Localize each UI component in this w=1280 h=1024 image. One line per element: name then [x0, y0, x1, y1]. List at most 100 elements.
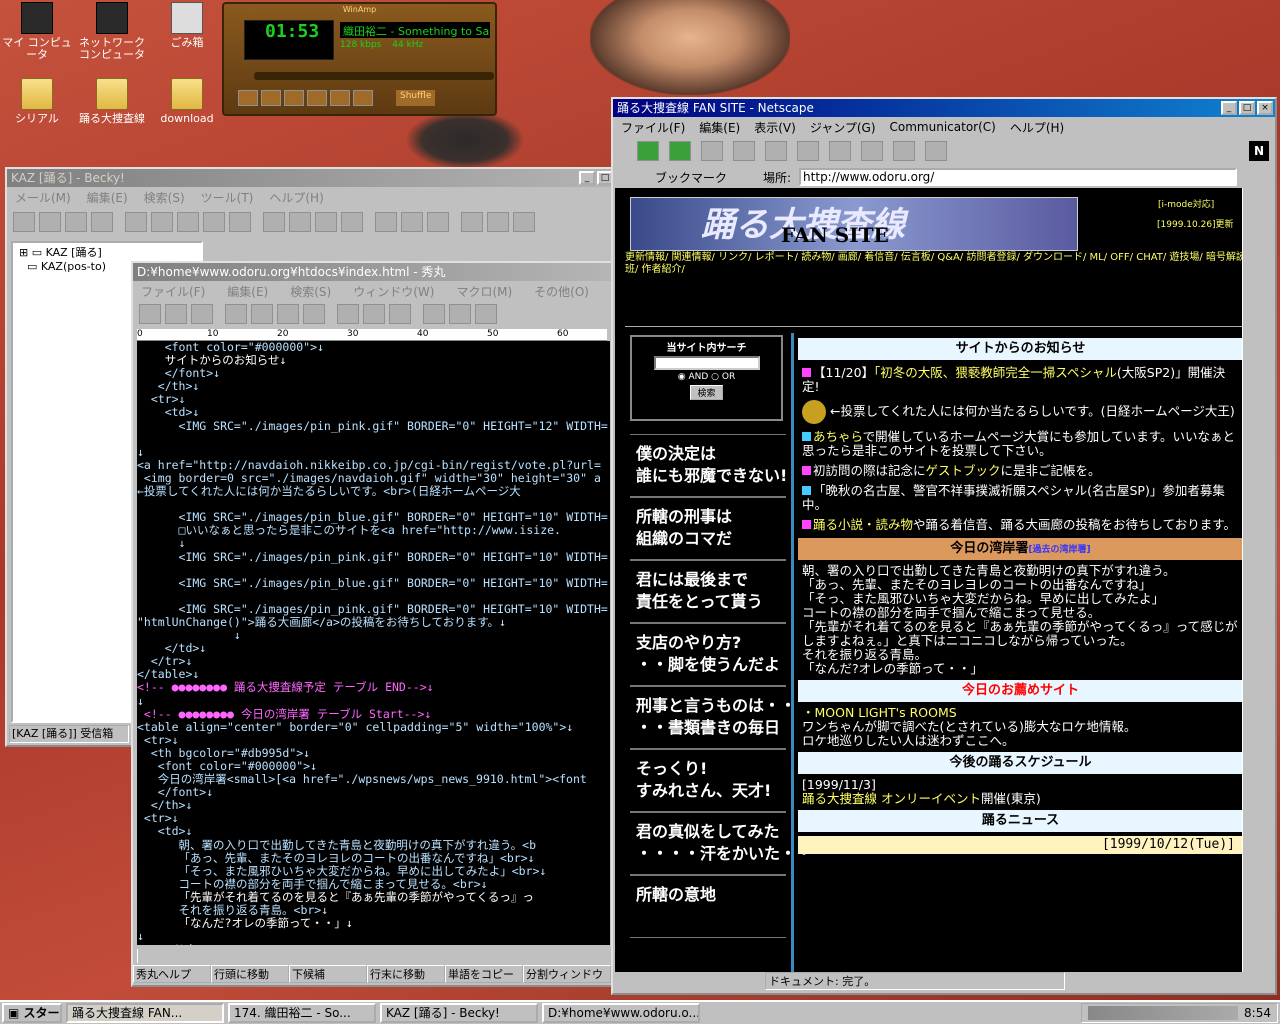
taskbar-button-hidemaru[interactable]: D:¥home¥www.odoru.o... [542, 1003, 700, 1023]
banner-item[interactable]: 君には最後まで 責任をとって貰う [630, 560, 786, 623]
banner-item[interactable]: 君の真似をしてみた ・・・・汗をかいた・・ [630, 812, 812, 875]
delete-icon[interactable] [229, 212, 251, 232]
monitor-icon[interactable] [91, 212, 113, 232]
menu-item[interactable]: ヘルプ(H) [269, 189, 323, 206]
play-button[interactable] [261, 90, 281, 106]
reload-icon[interactable] [701, 141, 723, 161]
banner-item[interactable]: 所轄の刑事は 組織のコマだ [630, 497, 786, 560]
netscape-guide-icon[interactable] [797, 141, 819, 161]
note-icon[interactable] [401, 212, 423, 232]
winamp-seekbar[interactable] [254, 72, 494, 80]
search-button[interactable]: 検索 [690, 385, 723, 400]
minimize-button[interactable]: _ [1221, 101, 1237, 115]
send-icon[interactable] [39, 212, 61, 232]
print-icon[interactable] [263, 212, 285, 232]
desktop-icon-trash[interactable]: ごみ箱 [150, 2, 224, 49]
receive-icon[interactable] [13, 212, 35, 232]
check-icon[interactable] [65, 212, 87, 232]
security-icon[interactable] [861, 141, 883, 161]
fkey-button[interactable]: 下候補 [289, 965, 367, 983]
hidemaru-titlebar[interactable]: D:¥home¥www.odoru.org¥htdocs¥index.html … [133, 263, 611, 281]
menu-item[interactable]: ウィンドウ(W) [353, 283, 434, 300]
reco-link[interactable]: ・MOON LIGHT's ROOMS [798, 706, 1243, 720]
banner-item[interactable]: 所轄の意地 [630, 875, 786, 938]
key-icon[interactable] [375, 212, 397, 232]
shuffle-button[interactable]: Shuffle [396, 90, 436, 106]
nav-links[interactable]: 更新情報/ 関連情報/ リンク/ レポート/ 読み物/ 画廊/ 着信音/ 伝言板… [625, 252, 1247, 276]
menu-item[interactable]: Communicator(C) [890, 120, 996, 134]
forward-icon[interactable] [669, 141, 691, 161]
winamp-window[interactable]: WinAmp 01:53 織田裕二 - Something to Say 128… [222, 2, 497, 116]
search-up-icon[interactable] [389, 304, 411, 324]
maximize-button[interactable]: □ [1239, 101, 1255, 115]
menu-item[interactable]: 検索(S) [144, 189, 185, 206]
reply-all-icon[interactable] [177, 212, 199, 232]
menu-item[interactable]: ファイル(F) [141, 283, 205, 300]
netscape-vscrollbar[interactable] [1242, 188, 1258, 972]
netscape-titlebar[interactable]: 踊る大捜査線 FAN SITE - Netscape _ □ × [613, 99, 1275, 117]
menu-item[interactable]: 編集(E) [227, 283, 268, 300]
menu-item[interactable]: 表示(V) [754, 119, 796, 136]
fkey-button[interactable]: 分割ウィンドウ切り [523, 965, 611, 983]
menu-item[interactable]: メール(M) [15, 189, 71, 206]
stop-button[interactable] [307, 90, 327, 106]
banner-item[interactable]: 僕の決定は 誰にも邪魔できない! [630, 434, 787, 497]
print-icon[interactable] [829, 141, 851, 161]
fkey-button[interactable]: 行頭に移動 [211, 965, 289, 983]
shop-icon[interactable] [893, 141, 915, 161]
search-icon[interactable] [337, 304, 359, 324]
undo-icon[interactable] [225, 304, 247, 324]
menu-item[interactable]: ツール(T) [201, 189, 254, 206]
stamp-icon[interactable] [315, 212, 337, 232]
desktop-icon-network[interactable]: ネットワーク コンピュータ [75, 2, 149, 61]
schedule-link[interactable]: 踊る大捜査線 オンリーイベント [802, 791, 981, 806]
start-button[interactable]: ▣ スタート [2, 1003, 62, 1023]
open-folder-icon[interactable] [165, 304, 187, 324]
new-file-icon[interactable] [139, 304, 161, 324]
menu-item[interactable]: ファイル(F) [621, 119, 685, 136]
vote-badge-icon[interactable] [802, 400, 826, 424]
reply-icon[interactable] [151, 212, 173, 232]
folder-icon[interactable] [461, 212, 483, 232]
fkey-button[interactable]: 単語をコピー [445, 965, 523, 983]
pause-button[interactable] [284, 90, 304, 106]
search-icon[interactable] [765, 141, 787, 161]
fkey-button[interactable]: 秀丸ヘルプ [133, 965, 211, 983]
eject-button[interactable] [353, 90, 373, 106]
menu-item[interactable]: 編集(E) [699, 119, 740, 136]
search-down-icon[interactable] [363, 304, 385, 324]
banner-item[interactable]: 支店のやり方? ・・脚を使うんだよ [630, 623, 786, 686]
edit-icon[interactable] [427, 212, 449, 232]
bookmark-button[interactable]: ブックマーク [619, 169, 737, 186]
minimize-button[interactable]: _ [579, 171, 595, 185]
menu-item[interactable]: ジャンプ(G) [810, 119, 876, 136]
folders-icon[interactable] [487, 212, 509, 232]
help-icon[interactable] [475, 304, 497, 324]
help-icon[interactable] [513, 212, 535, 232]
notice-link[interactable]: 踊る小説・読み物 [813, 517, 913, 532]
forward-icon[interactable] [203, 212, 225, 232]
site-logo[interactable]: 踊る大捜査線 FAN SITE [630, 197, 1078, 251]
search-input[interactable] [653, 356, 760, 370]
menu-item[interactable]: 編集(E) [87, 189, 128, 206]
fkey-button[interactable]: 行末に移動 [367, 965, 445, 983]
winamp-titlebar[interactable]: WinAmp [224, 4, 495, 16]
stop-icon[interactable] [925, 141, 947, 161]
url-field[interactable]: http://www.odoru.org/ [799, 168, 1238, 186]
split-icon[interactable] [449, 304, 471, 324]
banner-item[interactable]: 刑事と言うものは・・ ・・書類書きの毎日 [630, 686, 796, 749]
menu-item[interactable]: その他(O) [534, 283, 589, 300]
copy-icon[interactable] [251, 304, 273, 324]
taskbar-button-becky[interactable]: KAZ [踊る] - Becky! [380, 1003, 538, 1023]
desktop-icon-odoru[interactable]: 踊る大捜査線 [75, 78, 149, 125]
banner-item[interactable]: そっくり! すみれさん、天才! [630, 749, 786, 812]
menu-item[interactable]: ヘルプ(H) [1010, 119, 1064, 136]
taskbar-button-netscape[interactable]: 踊る大捜査線 FAN... [66, 1003, 224, 1023]
pen-icon[interactable] [289, 212, 311, 232]
address-icon[interactable] [341, 212, 363, 232]
save-icon[interactable] [191, 304, 213, 324]
close-button[interactable]: × [1257, 101, 1273, 115]
notice-link[interactable]: 「初冬の大阪、猥褻教師完全一掃スペシャル [874, 365, 1117, 380]
desktop-icon-my-computer[interactable]: マイ コンピュータ [0, 2, 74, 61]
code-editor[interactable]: <font color="#000000">↓ サイトからのお知らせ↓ </fo… [137, 341, 610, 945]
